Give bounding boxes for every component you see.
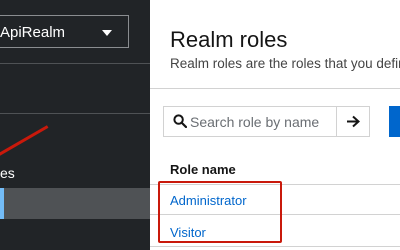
caret-down-icon [102,30,112,36]
search-input[interactable] [190,112,330,131]
page-header: Realm roles Realm roles are the roles th… [150,0,400,89]
annotation-highlight-box [158,181,282,243]
sidebar-item-roles[interactable]: es [0,165,15,181]
roles-table-section: Role name Administrator Visitor [150,89,400,250]
search-icon [173,114,187,128]
sidebar-divider [0,113,150,114]
sidebar: ApiRealm es [0,0,150,250]
search-box[interactable] [164,107,337,136]
main-content: Realm roles Realm roles are the roles th… [150,0,400,250]
annotation-arrow [0,125,49,159]
realm-selector[interactable]: ApiRealm [0,15,129,48]
realm-name: ApiRealm [0,24,66,41]
arrow-right-icon [347,115,360,128]
search-group [163,106,370,137]
page-title: Realm roles [170,27,288,52]
sidebar-divider [0,63,150,64]
create-role-button[interactable] [389,106,400,137]
search-submit-button[interactable] [337,107,369,136]
page-description: Realm roles are the roles that you defin [170,56,400,71]
column-header-role-name[interactable]: Role name [170,162,236,177]
table-divider [150,246,400,247]
sidebar-item-label: es [0,165,15,181]
sidebar-item-realm-roles-active[interactable] [0,188,150,219]
